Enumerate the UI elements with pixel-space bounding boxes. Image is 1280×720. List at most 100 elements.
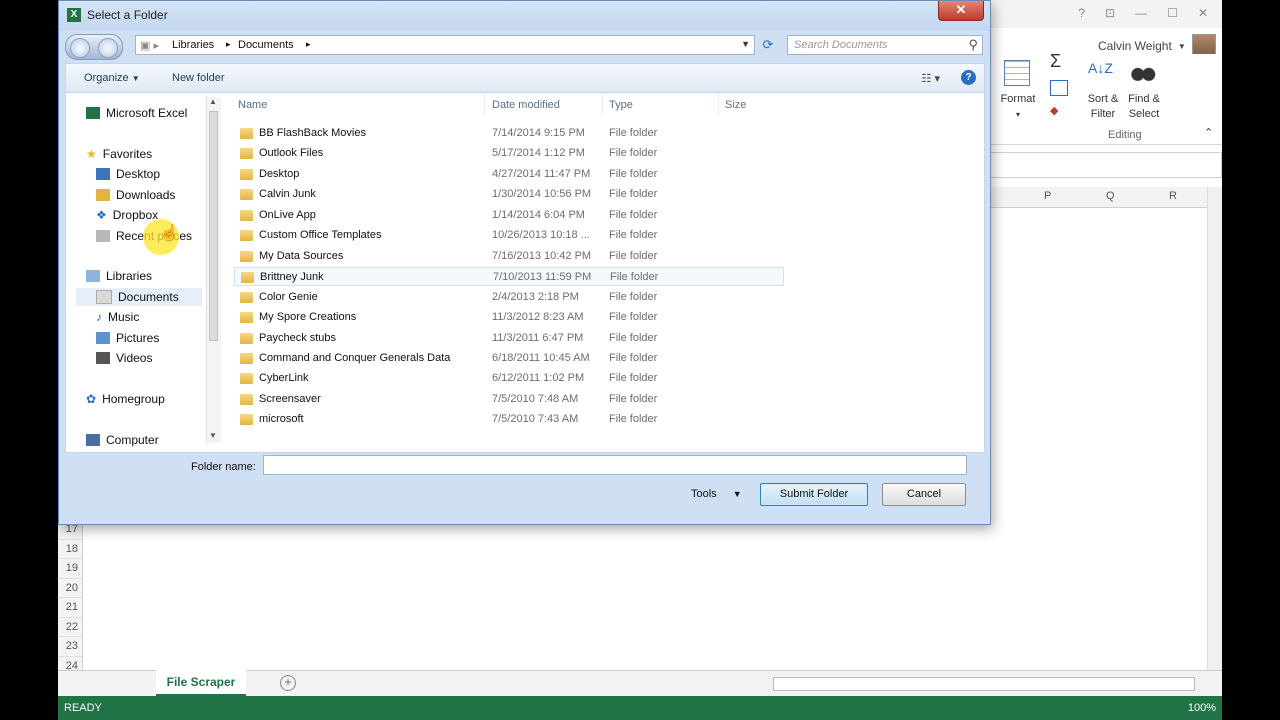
column-divider[interactable] [484, 93, 485, 115]
nav-item-microsoft-excel[interactable]: Microsoft Excel [86, 104, 187, 122]
fill-icon[interactable] [1050, 80, 1068, 96]
row-header[interactable]: 20 [58, 578, 82, 598]
add-sheet-icon[interactable]: + [280, 675, 296, 691]
address-bar[interactable]: ▣ ▸ Libraries ▸ Documents ▸ ▼ [135, 35, 755, 55]
forward-button[interactable] [98, 38, 118, 58]
chevron-down-icon[interactable]: ▼ [741, 39, 750, 49]
scroll-down-icon[interactable]: ▼ [209, 431, 217, 440]
folder-icon [240, 189, 253, 201]
nav-item-desktop[interactable]: Desktop [96, 165, 160, 183]
breadcrumb-separator[interactable]: ▸ [306, 39, 311, 50]
help-icon[interactable]: ? [1078, 6, 1085, 20]
breadcrumb-libraries[interactable]: Libraries [172, 39, 214, 51]
worksheet-grid[interactable] [82, 520, 1208, 670]
list-item[interactable]: CyberLink 6/12/2011 1:02 PM File folder [234, 369, 784, 388]
list-item[interactable]: Paycheck stubs 11/3/2011 6:47 PM File fold… [234, 329, 784, 348]
sheet-tab[interactable]: File Scraper [156, 670, 246, 697]
status-ready: READY [64, 702, 102, 714]
formula-bar[interactable] [988, 152, 1222, 178]
tools-dropdown[interactable]: Tools ▼ [691, 488, 742, 500]
collapse-ribbon-icon[interactable]: ⌃ [1204, 126, 1213, 141]
column-header[interactable]: P [1044, 190, 1051, 202]
horizontal-scrollbar[interactable] [773, 677, 1195, 691]
nav-item-favorites[interactable]: ★ Favorites [86, 145, 152, 163]
vertical-scrollbar[interactable] [1207, 187, 1222, 670]
list-item[interactable]: Calvin Junk 1/30/2014 10:56 PM File folder [234, 185, 784, 204]
back-button[interactable] [70, 38, 90, 58]
cancel-button[interactable]: Cancel [882, 483, 966, 506]
column-header-name[interactable]: Name [238, 99, 267, 111]
list-item[interactable]: Command and Conquer Generals Data 6/18/20… [234, 349, 784, 368]
nav-item-documents[interactable]: Documents [76, 288, 202, 306]
back-forward-buttons [65, 34, 123, 60]
scroll-up-icon[interactable]: ▲ [209, 97, 217, 106]
row-header[interactable]: 22 [58, 617, 82, 637]
maximize-icon[interactable]: ☐ [1167, 6, 1178, 20]
close-icon[interactable]: ✕ [1198, 6, 1208, 20]
list-item[interactable]: Screensaver 7/5/2010 7:48 AM File folder [234, 390, 784, 409]
list-item[interactable]: My Data Sources 7/16/2013 10:42 PM File fo… [234, 247, 784, 266]
find-select-button[interactable]: Find & Select [1124, 92, 1164, 122]
new-folder-button[interactable]: New folder [172, 72, 225, 84]
find-select-icon [1130, 60, 1156, 84]
row-header[interactable]: 18 [58, 539, 82, 559]
minimize-icon[interactable]: — [1135, 6, 1147, 20]
nav-item-computer[interactable]: Computer [86, 431, 159, 449]
folder-name-input[interactable] [263, 455, 967, 475]
column-header-type[interactable]: Type [609, 99, 633, 111]
format-button[interactable]: Format ▾ [996, 92, 1040, 122]
nav-pane-scrollbar[interactable]: ▲ ▼ [206, 97, 221, 443]
folder-icon [240, 352, 253, 364]
column-divider[interactable] [602, 93, 603, 115]
change-view-icon[interactable]: ☷ ▾ [922, 72, 940, 85]
column-header[interactable]: Q [1106, 190, 1115, 202]
list-item[interactable]: Color Genie 2/4/2013 2:18 PM File folder [234, 288, 784, 307]
row-header[interactable]: 19 [58, 559, 82, 579]
scrollbar-thumb[interactable] [209, 111, 218, 341]
row-header[interactable]: 23 [58, 637, 82, 657]
column-header[interactable]: R [1169, 190, 1177, 202]
breadcrumb-separator[interactable]: ▸ [226, 39, 231, 50]
nav-item-pictures[interactable]: Pictures [96, 329, 159, 347]
videos-icon [96, 352, 110, 364]
column-header-date[interactable]: Date modified [492, 99, 560, 111]
folder-icon: ▣ ▸ [140, 40, 159, 52]
list-item[interactable]: Brittney Junk 7/10/2013 11:59 PM File fold… [234, 267, 784, 287]
folder-icon [240, 312, 253, 324]
recent-places-icon [96, 230, 110, 242]
nav-item-libraries[interactable]: Libraries [86, 267, 152, 285]
dialog-close-button[interactable]: ✕ [938, 1, 984, 21]
list-item[interactable]: Custom Office Templates 10/26/2013 10:18 … [234, 226, 784, 245]
search-placeholder: Search Documents [794, 39, 888, 51]
nav-item-downloads[interactable]: Downloads [96, 186, 175, 204]
breadcrumb-documents[interactable]: Documents [238, 39, 294, 51]
clear-icon[interactable]: ◆ [1050, 104, 1058, 119]
file-list: Name Date modified Type Size BB FlashBac… [226, 93, 986, 452]
list-item[interactable]: Desktop 4/27/2014 11:47 PM File folder [234, 165, 784, 184]
zoom-level[interactable]: 100% [1188, 702, 1216, 714]
nav-item-music[interactable]: ♪ Music [96, 308, 139, 326]
help-icon[interactable]: ? [961, 70, 976, 85]
submit-folder-button[interactable]: Submit Folder [760, 483, 868, 506]
ribbon-display-icon[interactable]: ⊡ [1105, 6, 1115, 20]
user-name: Calvin Weight [1098, 39, 1172, 53]
column-divider[interactable] [718, 93, 719, 115]
search-input[interactable]: Search Documents ⚲ [787, 35, 983, 55]
nav-item-homegroup[interactable]: ✿ Homegroup [86, 390, 165, 408]
nav-item-videos[interactable]: Videos [96, 349, 152, 367]
row-header[interactable]: 21 [58, 598, 82, 618]
item-date: 6/18/2011 10:45 AM [492, 351, 590, 364]
list-item[interactable]: Outlook Files 5/17/2014 1:12 PM File folde… [234, 144, 784, 163]
item-date: 11/3/2011 6:47 PM [492, 331, 584, 344]
refresh-icon[interactable]: ⟳ [759, 37, 777, 53]
nav-item-dropbox[interactable]: ❖ Dropbox [96, 206, 158, 224]
list-item[interactable]: My Spore Creations 11/3/2012 8:23 AM File … [234, 308, 784, 327]
search-icon[interactable]: ⚲ [968, 37, 978, 53]
list-item[interactable]: BB FlashBack Movies 7/14/2014 9:15 PM File… [234, 124, 784, 143]
autosum-button[interactable]: Σ [1050, 52, 1061, 70]
list-item[interactable]: microsoft 7/5/2010 7:43 AM File folder [234, 410, 784, 429]
list-item[interactable]: OnLive App 1/14/2014 6:04 PM File folder [234, 206, 784, 225]
column-header-size[interactable]: Size [725, 99, 746, 111]
sort-filter-button[interactable]: Sort & Filter [1084, 92, 1122, 122]
organize-button[interactable]: Organize ▼ [84, 72, 140, 84]
